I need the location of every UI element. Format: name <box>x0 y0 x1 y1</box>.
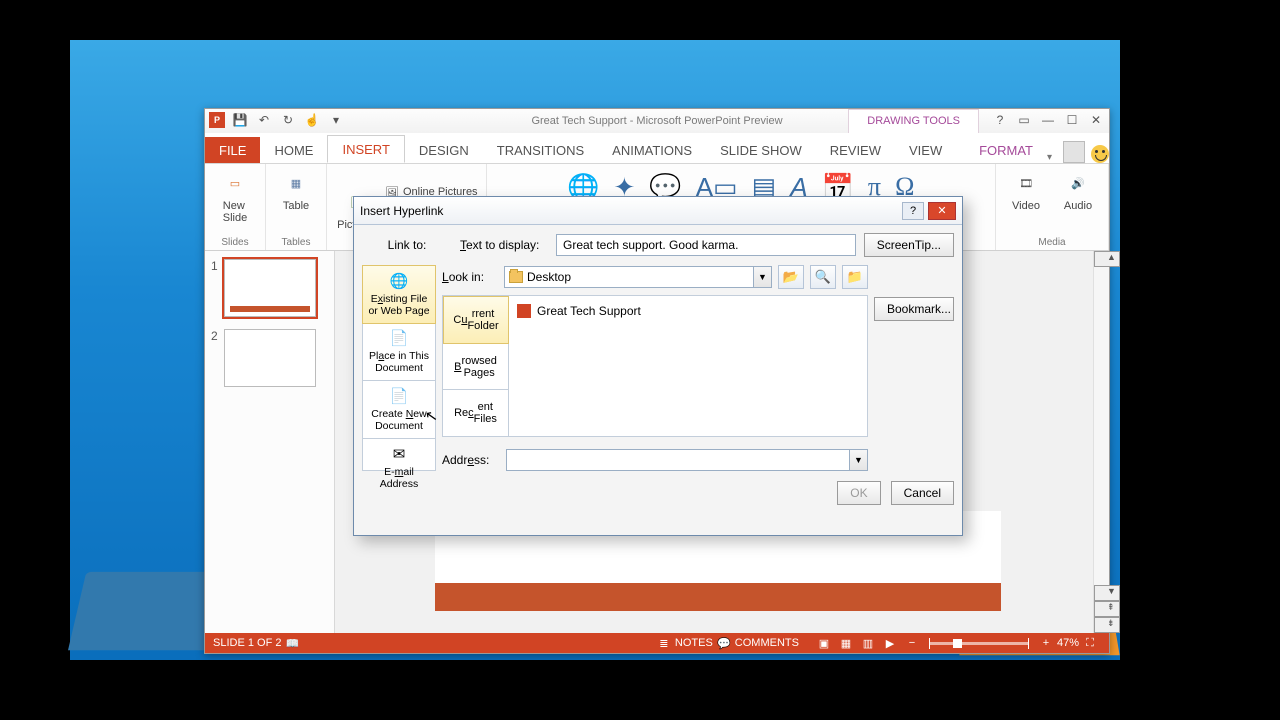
tab-view[interactable]: VIEW <box>895 137 956 163</box>
folder-icon <box>509 271 523 283</box>
title-bar: P 💾 ↶ ↻ ☝ ▾ Great Tech Support - Microso… <box>205 109 1109 133</box>
vertical-scrollbar[interactable]: ▲ ▼ ⇞ ⇟ <box>1093 251 1109 633</box>
scroll-up-icon[interactable]: ▲ <box>1094 251 1120 267</box>
insert-hyperlink-dialog: Insert Hyperlink ? ✕ Link to: Text to di… <box>353 196 963 536</box>
tab-review[interactable]: REVIEW <box>816 137 895 163</box>
link-to-email[interactable]: ✉ E-mail Address <box>363 439 435 496</box>
link-to-panel: 🌐 Existing File or Web Page 📄 Place in T… <box>362 265 436 471</box>
recent-files-tab[interactable]: RecentFiles <box>443 390 509 436</box>
group-slides-label: Slides <box>221 235 248 248</box>
text-to-display-label: Text to display: <box>460 238 548 252</box>
chevron-down-icon[interactable]: ▼ <box>753 267 771 287</box>
link-to-label: Link to: <box>362 238 452 252</box>
feedback-smile-icon[interactable] <box>1091 145 1109 163</box>
notes-icon[interactable]: ≣ <box>653 637 675 650</box>
help-icon[interactable]: ? <box>991 111 1009 129</box>
browsed-pages-tab[interactable]: BrowsedPages <box>443 344 509 391</box>
ok-button[interactable]: OK <box>837 481 880 505</box>
look-in-label: Look in: <box>442 270 498 284</box>
group-tables-label: Tables <box>282 235 311 248</box>
tab-transitions[interactable]: TRANSITIONS <box>483 137 598 163</box>
close-icon[interactable]: ✕ <box>1087 111 1105 129</box>
dialog-close-icon[interactable]: ✕ <box>928 202 956 220</box>
tab-slideshow[interactable]: SLIDE SHOW <box>706 137 816 163</box>
document-icon: 📄 <box>390 329 409 347</box>
status-bar: SLIDE 1 OF 2 📖 ≣ NOTES 💬 COMMENTS ▣ ▦ ▥ … <box>205 633 1109 653</box>
new-document-icon: 📄 <box>390 387 409 405</box>
minimize-icon[interactable]: — <box>1039 111 1057 129</box>
tab-file[interactable]: FILE <box>205 137 260 163</box>
slide-thumb-2[interactable]: 2 <box>211 329 328 387</box>
table-button[interactable]: ▦ Table <box>274 168 318 212</box>
zoom-in-icon[interactable]: + <box>1035 637 1057 649</box>
next-slide-icon[interactable]: ⇟ <box>1094 617 1120 633</box>
normal-view-icon[interactable]: ▣ <box>813 637 835 650</box>
audio-button[interactable]: 🔊Audio <box>1056 168 1100 212</box>
up-one-level-icon[interactable]: 📂 <box>778 265 804 289</box>
link-to-existing-file[interactable]: 🌐 Existing File or Web Page <box>362 265 436 324</box>
text-to-display-input[interactable] <box>556 234 856 256</box>
screentip-button[interactable]: ScreenTip... <box>864 233 954 257</box>
tab-design[interactable]: DESIGN <box>405 137 483 163</box>
link-to-place-in-document[interactable]: 📄 Place in This Document ↖ <box>363 323 435 381</box>
chevron-down-icon[interactable]: ▼ <box>849 450 867 470</box>
spellcheck-icon[interactable]: 📖 <box>281 637 303 650</box>
mouse-cursor-icon: ↖ <box>424 406 440 426</box>
zoom-out-icon[interactable]: − <box>901 637 923 649</box>
slide-thumbnails-panel: 1 2 <box>205 251 335 633</box>
group-media-label: Media <box>1038 235 1065 248</box>
sorter-view-icon[interactable]: ▦ <box>835 637 857 650</box>
address-label: Address: <box>442 453 498 467</box>
drawing-tools-tab: DRAWING TOOLS <box>848 109 979 133</box>
globe-file-icon: 🌐 <box>390 272 409 290</box>
collapse-ribbon-icon[interactable]: ▾ <box>1047 152 1063 163</box>
notes-button[interactable]: NOTES <box>675 637 713 649</box>
file-list[interactable]: Great Tech Support <box>509 296 867 436</box>
prev-slide-icon[interactable]: ⇞ <box>1094 601 1120 617</box>
tab-animations[interactable]: ANIMATIONS <box>598 137 706 163</box>
video-button[interactable]: 🎞Video <box>1004 168 1048 212</box>
dialog-title: Insert Hyperlink <box>360 204 443 218</box>
bookmark-button[interactable]: Bookmark... <box>874 297 954 321</box>
maximize-icon[interactable]: ☐ <box>1063 111 1081 129</box>
ribbon-tabs: FILE HOME INSERT DESIGN TRANSITIONS ANIM… <box>205 133 1109 163</box>
comments-icon[interactable]: 💬 <box>713 637 735 650</box>
powerpoint-file-icon <box>517 304 531 318</box>
tab-insert[interactable]: INSERT <box>327 135 404 163</box>
user-avatar[interactable] <box>1063 141 1085 163</box>
address-input[interactable]: ▼ <box>506 449 868 471</box>
tab-format[interactable]: FORMAT <box>965 137 1047 163</box>
new-slide-button[interactable]: ▭ New Slide <box>213 168 257 224</box>
slideshow-view-icon[interactable]: ▶ <box>879 637 901 650</box>
browse-file-icon[interactable]: 📁 <box>842 265 868 289</box>
current-folder-tab[interactable]: CurrentFolder <box>443 296 509 344</box>
comments-button[interactable]: COMMENTS <box>735 637 799 649</box>
ribbon-display-icon[interactable]: ▭ <box>1015 111 1033 129</box>
file-item[interactable]: Great Tech Support <box>515 302 861 320</box>
zoom-slider[interactable] <box>929 642 1029 645</box>
tab-home[interactable]: HOME <box>260 137 327 163</box>
email-icon: ✉ <box>393 445 406 463</box>
slide-thumb-1[interactable]: 1 <box>211 259 328 317</box>
zoom-level[interactable]: 47% <box>1057 637 1079 649</box>
cancel-button[interactable]: Cancel <box>891 481 954 505</box>
reading-view-icon[interactable]: ▥ <box>857 637 879 650</box>
dialog-help-icon[interactable]: ? <box>902 202 924 220</box>
fit-window-icon[interactable]: ⛶ <box>1079 637 1101 650</box>
browse-web-icon[interactable]: 🔍 <box>810 265 836 289</box>
look-in-combo[interactable]: Desktop ▼ <box>504 266 772 288</box>
slide-counter: SLIDE 1 OF 2 <box>213 637 281 649</box>
scroll-down-icon[interactable]: ▼ <box>1094 585 1120 601</box>
